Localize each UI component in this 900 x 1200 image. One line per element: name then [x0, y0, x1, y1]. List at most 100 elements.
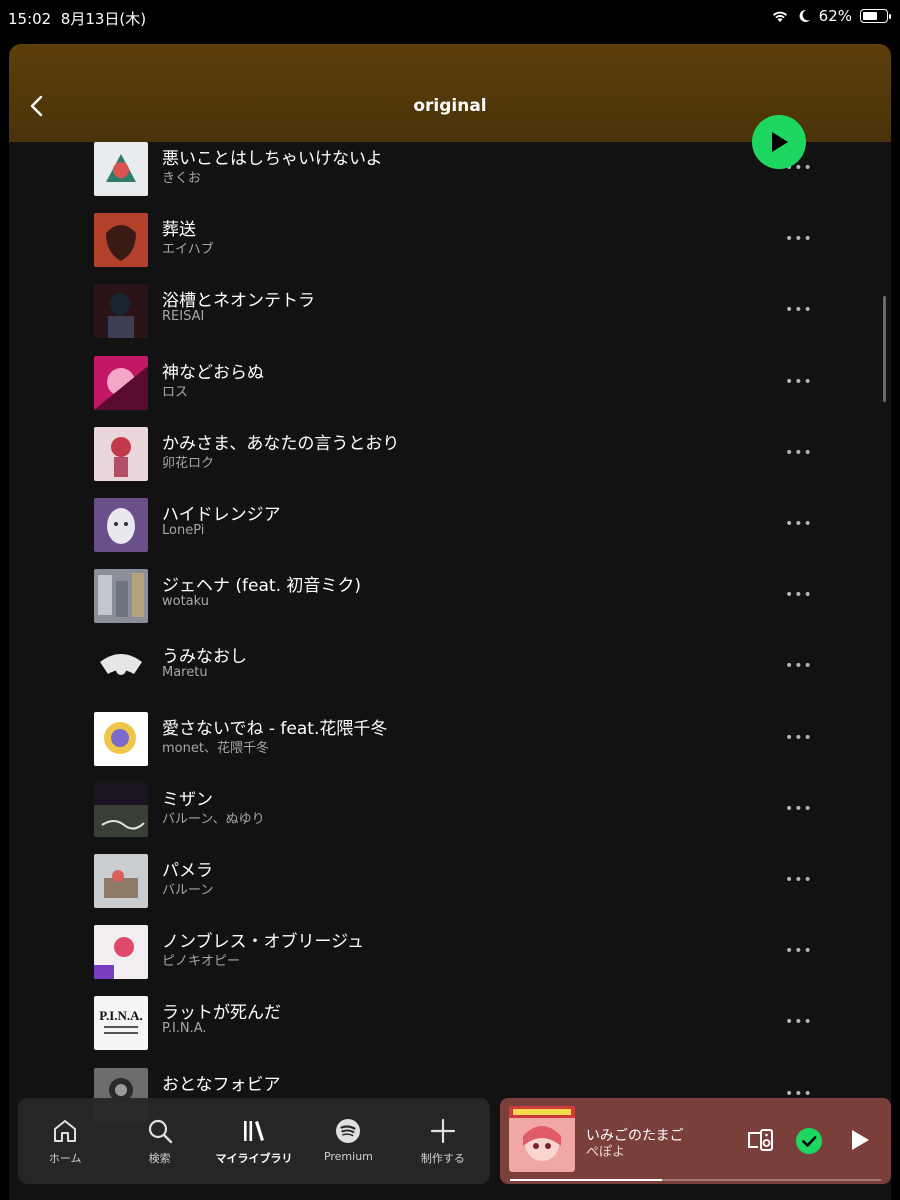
track-title: 葬送: [162, 220, 196, 240]
track-title: かみさま、あなたの言うとおり: [162, 434, 400, 454]
nav-library-label: マイライブラリ: [215, 1152, 293, 1165]
scrollbar[interactable]: [883, 296, 886, 402]
track-cover: [94, 356, 148, 410]
more-options-icon[interactable]: •••: [785, 587, 813, 603]
track-title: ハイドレンジア: [162, 505, 281, 525]
more-options-icon[interactable]: •••: [785, 516, 813, 532]
track-artist: エイハブ: [162, 242, 214, 257]
nav-home[interactable]: ホーム: [18, 1098, 112, 1184]
track-cover: P.I.N.A.: [94, 996, 148, 1050]
battery-percent: 62%: [818, 7, 852, 25]
track-cover: [94, 498, 148, 552]
track-artist: きくお: [162, 171, 202, 186]
nav-premium[interactable]: Premium: [301, 1098, 395, 1184]
track-cover: [94, 712, 148, 766]
track-title: ラットが死んだ: [162, 1003, 281, 1023]
more-options-icon[interactable]: •••: [785, 1014, 813, 1030]
track-artist: LonePi: [162, 523, 205, 538]
status-time: 15:02 8月13日(木): [8, 10, 147, 28]
more-options-icon[interactable]: •••: [785, 658, 813, 674]
status-icons: 62%: [771, 7, 891, 25]
nav-home-label: ホーム: [48, 1152, 82, 1165]
svg-text:P.I.N.A.: P.I.N.A.: [99, 1008, 143, 1023]
track-cover: [94, 427, 148, 481]
track-row[interactable]: 愛さないでね - feat.花隈千冬 monet、花隈千冬 •••: [9, 712, 891, 783]
track-row[interactable]: ノンブレス・オブリージュピノキオピー •••: [9, 925, 891, 996]
nav-search-label: 検索: [148, 1152, 171, 1165]
play-button[interactable]: [752, 115, 806, 169]
now-playing-play-icon[interactable]: [849, 1128, 871, 1152]
saved-check-icon[interactable]: [796, 1128, 822, 1154]
track-artist: 卯花ロク: [162, 456, 215, 471]
plus-icon: [430, 1118, 455, 1144]
nav-create-label: 制作する: [420, 1152, 465, 1165]
more-options-icon[interactable]: •••: [785, 302, 813, 318]
more-options-icon[interactable]: •••: [785, 730, 813, 746]
status-bar: 15:02 8月13日(木) 62%: [0, 0, 900, 38]
devices-icon[interactable]: [746, 1128, 774, 1152]
track-title: 神などおらぬ: [162, 363, 264, 383]
bottom-nav: ホーム 検索 マイライブラリ Premium 制作する: [18, 1098, 490, 1184]
track-artist: ピノキオピー: [162, 954, 241, 969]
track-row[interactable]: パメラバルーン •••: [9, 854, 891, 925]
moon-icon: [799, 9, 810, 22]
track-title: ミザン: [162, 790, 213, 810]
wifi-icon: [772, 11, 787, 22]
nav-search[interactable]: 検索: [112, 1098, 206, 1184]
now-playing-bar[interactable]: いみごのたまご ぺぽよ: [500, 1098, 891, 1184]
now-playing-artist: ぺぽよ: [586, 1145, 626, 1160]
track-row[interactable]: うみなおし Maretu •••: [9, 640, 891, 711]
track-artist: バルーン: [162, 883, 214, 898]
more-options-icon[interactable]: •••: [785, 445, 813, 461]
track-title: ジェヘナ (feat. 初音ミク): [162, 576, 362, 596]
play-icon: [772, 132, 788, 152]
track-cover: [94, 925, 148, 979]
track-row[interactable]: 葬送エイハブ •••: [9, 213, 891, 284]
track-artist: wotaku: [162, 594, 210, 609]
track-title: おとなフォビア: [162, 1075, 281, 1095]
track-row[interactable]: 神などおらぬロス •••: [9, 356, 891, 427]
track-row[interactable]: ハイドレンジア LonePi •••: [9, 498, 891, 569]
more-options-icon[interactable]: •••: [785, 374, 813, 390]
nav-library[interactable]: マイライブラリ: [207, 1098, 301, 1184]
search-icon: [148, 1119, 172, 1144]
track-artist: monet、花隈千冬: [162, 741, 269, 756]
track-title: 愛さないでね - feat.花隈千冬: [162, 719, 388, 739]
more-options-icon[interactable]: •••: [785, 231, 813, 247]
track-cover: [94, 854, 148, 908]
nav-premium-label: Premium: [323, 1150, 373, 1163]
track-row[interactable]: P.I.N.A. ラットが死んだ P.I.N.A. •••: [9, 996, 891, 1067]
track-artist: REISAI: [162, 309, 205, 324]
track-title: ノンブレス・オブリージュ: [162, 932, 364, 952]
status-date: 8月13日(木): [60, 10, 147, 28]
track-cover: [94, 284, 148, 338]
track-artist: ロス: [162, 385, 189, 400]
track-cover: [94, 569, 148, 623]
track-row[interactable]: ジェヘナ (feat. 初音ミク) wotaku •••: [9, 569, 891, 640]
playlist-title: original: [413, 96, 487, 116]
track-title: 浴槽とネオンテトラ: [162, 291, 315, 311]
track-title: 悪いことはしちゃいけないよ: [162, 149, 383, 169]
track-row[interactable]: かみさま、あなたの言うとおり卯花ロク •••: [9, 427, 891, 498]
more-options-icon[interactable]: •••: [785, 872, 813, 888]
more-options-icon[interactable]: •••: [785, 943, 813, 959]
track-artist: P.I.N.A.: [162, 1021, 207, 1036]
track-row[interactable]: ミザンバルーン、ぬゆり •••: [9, 783, 891, 854]
nav-create[interactable]: 制作する: [396, 1098, 490, 1184]
track-artist: Maretu: [162, 665, 208, 680]
track-cover: [94, 142, 148, 196]
track-title: パメラ: [162, 861, 213, 881]
playlist-panel: original 悪いことはしちゃいけないよ きくお ••• 葬送 エイハブ ••• 浴槽と…: [9, 44, 891, 1200]
track-artist: バルーン、ぬゆり: [162, 812, 265, 827]
library-icon: [244, 1121, 265, 1141]
track-row[interactable]: 浴槽とネオンテトラ REISAI •••: [9, 284, 891, 355]
track-cover: [94, 640, 148, 694]
home-icon: [54, 1120, 77, 1142]
playback-progress: [510, 1179, 881, 1181]
playback-progress-fill: [510, 1179, 663, 1181]
track-cover: [94, 783, 148, 837]
track-cover: [94, 213, 148, 267]
more-options-icon[interactable]: •••: [785, 801, 813, 817]
now-playing-cover: [509, 1106, 575, 1172]
track-title: うみなおし: [162, 647, 247, 667]
